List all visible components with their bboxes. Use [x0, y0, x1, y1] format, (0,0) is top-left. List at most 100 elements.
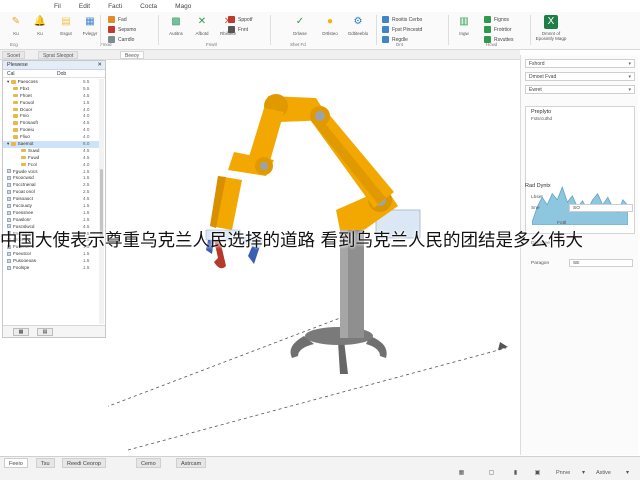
tree-item[interactable]: Foessnee 1.5	[3, 210, 99, 217]
tree-item[interactable]: Fnosaoft 4.5	[3, 120, 99, 127]
tree-item-value: 5.5	[83, 85, 90, 91]
ribbon-button[interactable]: 🔔 Ku	[28, 15, 52, 37]
tree-item[interactable]: Foolspe 1.5	[3, 265, 99, 272]
close-icon[interactable]: ✕	[97, 61, 102, 70]
ribbon-button[interactable]: ▥ Ingw	[452, 15, 476, 37]
ribbon-button[interactable]: ⚙ Gdtiteeblo	[346, 15, 370, 37]
tree-item[interactable]: Fnio 4.0	[3, 113, 99, 120]
column-header[interactable]: Dob	[53, 70, 66, 77]
tree-item-value: 4.0	[83, 113, 90, 119]
ribbon-button[interactable]: ▦ Fvlegyr	[78, 15, 102, 37]
tree-item-value: 4.0	[83, 106, 90, 112]
ribbon-button[interactable]: X Dmnnt of Eposintly Magp	[536, 15, 566, 41]
tree-item[interactable]: Fhoet 4.5	[3, 93, 99, 100]
window-icon[interactable]: ▢	[488, 470, 495, 476]
event-dropdown[interactable]: Ewret ▾	[525, 85, 635, 94]
view-dropdown[interactable]: Fshord ▾	[525, 59, 635, 68]
ribbon-small-button[interactable]: Frotrtior	[484, 26, 512, 33]
tree-item-label: Fgwde vocs	[13, 168, 38, 174]
menu-edit[interactable]: Edit	[79, 3, 90, 10]
ribbon-small-button[interactable]: Fpst Pincestd	[382, 26, 422, 33]
sort-icon	[382, 36, 389, 43]
tree-item-value: 1.5	[83, 203, 90, 209]
tree-item-value: 4.5	[83, 147, 90, 153]
filter-icon	[382, 26, 389, 33]
tree-item[interactable]: Fooeiu 4.0	[3, 127, 99, 134]
tree-item[interactable]: Fucouuty 1.5	[3, 203, 99, 210]
close-icon: ✕	[197, 16, 207, 27]
ribbon-button[interactable]: ▤ Esgut	[54, 15, 78, 37]
ribbon-small-button[interactable]: Rooitis Cerbo	[382, 16, 422, 23]
lock-icon[interactable]: ▣	[534, 470, 541, 476]
ribbon-small-button[interactable]: Fad	[108, 16, 127, 23]
ribbon-small-button[interactable]: Fnnt	[228, 26, 248, 33]
tab-cemo[interactable]: Cemo	[136, 458, 161, 468]
tree-item[interactable]: Foaslonr 1.5	[3, 217, 99, 224]
tree-item[interactable]: Fsoocwsd 1.5	[3, 175, 99, 182]
ribbon-button[interactable]: ✓ Drlwse	[288, 15, 312, 37]
tab-feeio[interactable]: Feeio	[4, 458, 28, 468]
tab-sheet[interactable]: Sooet	[2, 51, 26, 59]
tree-item[interactable]: Fliuo 4.0	[3, 134, 99, 141]
tree-item[interactable]: Pusooeoas 1.5	[3, 258, 99, 265]
grid-view-icon[interactable]: ▦	[13, 328, 29, 336]
robot-base-foot	[338, 340, 348, 374]
ribbon-button[interactable]: ▩ Autitns	[164, 15, 188, 37]
zoom-icon[interactable]: ▾	[580, 470, 587, 476]
paragon-select[interactable]: SE	[569, 259, 633, 267]
tab-tsu[interactable]: Tsu	[36, 458, 55, 468]
menu-help[interactable]: Mago	[175, 3, 191, 10]
tree-item[interactable]: Dcuor 4.0	[3, 107, 99, 114]
robot-arm-model[interactable]	[0, 60, 518, 456]
tree-item[interactable]: Focctnenal 2.5	[3, 182, 99, 189]
tree-item[interactable]: Fbxt 5.5	[3, 86, 99, 93]
3d-viewport[interactable]	[0, 60, 518, 456]
ribbon-button-label: Afbotd	[195, 31, 209, 36]
tab-start-sleepot[interactable]: Sprat Sleopot	[38, 51, 79, 59]
grid-icon[interactable]: ▦	[458, 470, 465, 476]
part-icon	[7, 203, 11, 208]
ribbon-small-button[interactable]: Regdle	[382, 36, 408, 43]
column-header[interactable]: Cal	[3, 70, 53, 77]
chevron-down-icon: ▾	[628, 61, 631, 67]
menu-file[interactable]: Fil	[54, 3, 61, 10]
tree-item[interactable]: Fuouol 1.5	[3, 100, 99, 107]
ribbon-small-label: Sepsmo	[118, 26, 137, 33]
tree-item-value: 2.5	[83, 189, 90, 195]
size-select[interactable]: SO	[569, 204, 633, 212]
tree-item[interactable]: Fcol 4.0	[3, 162, 99, 169]
tree-item[interactable]: Suwd 4.5	[3, 148, 99, 155]
ribbon-small-label: Frotrtior	[494, 26, 512, 33]
scrollbar[interactable]	[99, 79, 104, 324]
tree-item[interactable]: Fgwde vocs 1.5	[3, 169, 99, 176]
chevron-down-icon[interactable]: ▾	[624, 470, 631, 476]
tab-beeoy[interactable]: Beeoy	[120, 51, 145, 59]
tree-item-value: 1.5	[83, 168, 90, 174]
ribbon-small-button[interactable]: Sppotf	[228, 16, 252, 23]
document-tabs: Sooet Sprat Sleopot Beeoy	[0, 50, 520, 60]
ribbon-button[interactable]: ✕ Afbotd	[190, 15, 214, 37]
tree-item-label: Fuoat onol	[13, 189, 35, 195]
tab-reedi-ceorop[interactable]: Reedi Ceorop	[62, 458, 106, 468]
part-icon	[7, 190, 11, 195]
menu-tools[interactable]: Cocta	[140, 3, 157, 10]
tree-item[interactable]: Fuwd 4.5	[3, 155, 99, 162]
ribbon-button-label: Ku	[37, 31, 43, 36]
format-icon	[228, 16, 235, 23]
tree-item-label: Fnio	[20, 113, 29, 119]
tab-astrcam[interactable]: Astrcam	[176, 458, 207, 468]
tree-item[interactable]: Fuoat onol 2.5	[3, 189, 99, 196]
trash-icon[interactable]: ▮	[512, 470, 519, 476]
display-dropdown[interactable]: Dmoet Fvad ▾	[525, 72, 635, 81]
tree-item[interactable]: Foisoaoct 4.5	[3, 196, 99, 203]
list-view-icon[interactable]: ▤	[37, 328, 53, 336]
menu-view[interactable]: Facti	[108, 3, 122, 10]
ribbon-separator	[100, 15, 101, 45]
tree-item[interactable]: ▾ Saemot 6.0	[3, 141, 99, 148]
field-label: Paragon	[531, 261, 550, 266]
ribbon-small-button[interactable]: Sepsmo	[108, 26, 136, 33]
ribbon-button[interactable]: ● Drtlsteo	[318, 15, 342, 37]
ribbon-button[interactable]: ✎ Ku	[4, 15, 28, 37]
tree-item[interactable]: ▾ Paeocoss 5.5	[3, 79, 99, 86]
ribbon-small-button[interactable]: Fignos	[484, 16, 509, 23]
